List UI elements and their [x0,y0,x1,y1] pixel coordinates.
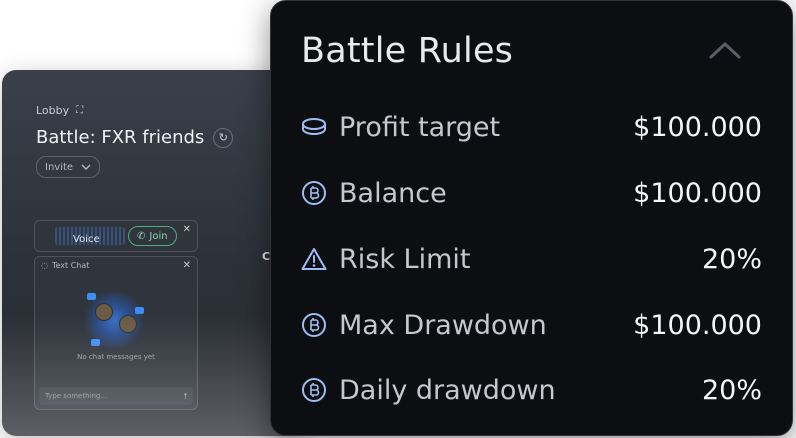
chat-icon: ◌ [41,261,48,270]
invite-button[interactable]: Invite [36,156,101,178]
rule-value: $100.000 [633,309,762,341]
phone-icon: ✆ [137,230,146,242]
join-voice-button[interactable]: ✆ Join [128,226,177,246]
chevron-up-icon [709,42,741,59]
rule-label: Max Drawdown [339,309,547,341]
rule-label: Daily drawdown [339,374,556,406]
panel-title: Battle Rules [301,31,514,71]
join-label: Join [149,230,168,242]
rule-label: Balance [339,177,447,209]
battle-title: Battle: FXR friends [36,127,205,148]
voice-chat-panel: Voice ✆ Join ✕ [34,220,198,252]
coin-icon [301,180,327,206]
coin-stack-icon [301,114,327,140]
chat-title: Text Chat [51,261,90,270]
avatar [95,303,113,321]
collapse-button[interactable] [708,35,742,65]
chat-bubble-icon [87,293,96,300]
rule-label: Risk Limit [339,243,471,275]
lobby-label: Lobby [36,104,70,117]
partial-label: C [262,250,271,263]
text-chat-panel: ◌ Text Chat ✕ No chat messages yet Type … [34,256,198,410]
rule-value: 20% [701,243,762,275]
rule-row: Risk Limit 20% [301,239,762,279]
rule-value: $100.000 [633,111,762,143]
rule-value: 20% [701,374,762,406]
chat-header: ◌ Text Chat [41,261,89,270]
coin-icon [301,377,327,403]
battle-lobby-window: Lobby ⛶ Battle: FXR friends ↻ Invite Voi… [2,70,302,436]
rule-label: Profit target [339,111,501,143]
chat-bubble-icon [135,307,144,314]
coin-icon [301,312,327,338]
close-icon[interactable]: ✕ [183,224,191,235]
expand-icon[interactable]: ⛶ [76,105,83,116]
invite-label: Invite [45,161,74,173]
voice-label: Voice [73,234,100,245]
send-icon[interactable]: ↑ [182,392,189,401]
lobby-breadcrumb[interactable]: Lobby ⛶ [36,104,83,117]
chat-empty-text: No chat messages yet [77,353,155,361]
chat-input[interactable]: Type something... [39,387,193,405]
chat-bubble-icon [91,339,100,346]
refresh-icon[interactable]: ↻ [213,127,234,148]
rule-value: $100.000 [633,177,762,209]
warning-icon [301,246,327,272]
rule-row: Balance $100.000 [301,173,762,213]
rule-row: Profit target $100.000 [301,107,762,147]
rule-row: Daily drawdown 20% [301,370,762,410]
rule-row: Max Drawdown $100.000 [301,305,762,345]
close-icon[interactable]: ✕ [183,260,191,271]
chevron-down-icon [81,164,91,170]
avatar [119,315,137,333]
battle-title-row: Battle: FXR friends ↻ [36,127,234,148]
battle-rules-panel: Battle Rules Profit target $100.000 Bala… [270,0,793,436]
